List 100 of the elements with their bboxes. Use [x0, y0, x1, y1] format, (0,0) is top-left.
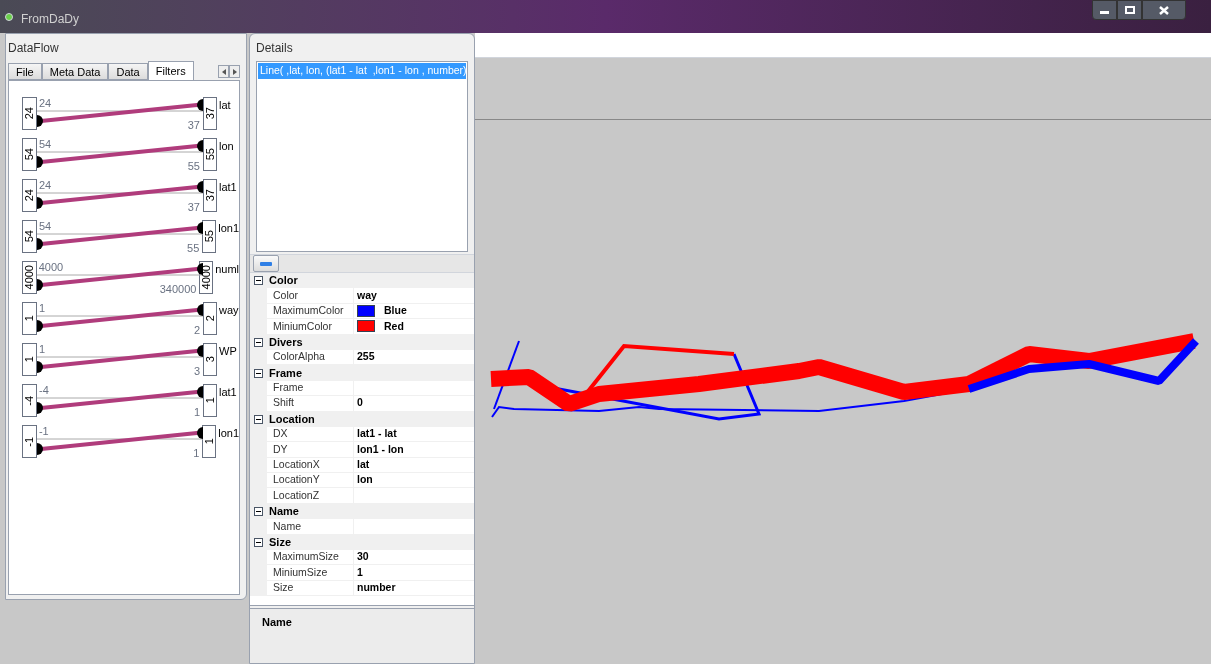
range-slider-drawing[interactable] — [37, 304, 203, 332]
panel-title: DataFlow — [8, 40, 60, 57]
tab[interactable]: Data — [108, 63, 148, 80]
bar-icon — [260, 261, 272, 266]
range-min-label: 24 — [39, 96, 52, 111]
property-row[interactable]: Color way — [250, 288, 474, 304]
range-low-field[interactable]: -4 — [22, 384, 37, 417]
property-name-cell: LocationZ — [267, 488, 354, 504]
property-row[interactable]: Name — [250, 519, 474, 535]
scroll-left-button[interactable] — [218, 65, 229, 78]
category-label: Frame — [269, 365, 303, 381]
property-value[interactable]: Blue — [384, 303, 407, 319]
property-row[interactable]: MiniumSize 1 — [250, 565, 474, 581]
app-icon — [5, 13, 13, 21]
range-min-label: -1 — [38, 424, 49, 439]
minimize-button[interactable] — [1092, 0, 1117, 20]
scroll-right-button[interactable] — [229, 65, 240, 78]
filter-name: WP — [219, 344, 237, 359]
property-name-cell: Size — [267, 580, 354, 597]
filter-name: lat1 — [219, 180, 237, 195]
property-value[interactable]: 0 — [357, 395, 363, 412]
category-label: Color — [269, 273, 298, 289]
range-low-field[interactable]: 1 — [22, 343, 37, 376]
range-low-field[interactable]: 54 — [22, 220, 37, 253]
collapse-icon[interactable] — [254, 337, 263, 347]
range-high-field[interactable]: 55 — [202, 220, 217, 253]
filter-name: lat1 — [219, 385, 237, 400]
property-value-cell[interactable]: way — [354, 288, 474, 304]
left-arrow-icon — [221, 68, 226, 75]
property-value-cell[interactable]: number — [354, 580, 474, 597]
property-value-cell[interactable]: 0 — [354, 396, 474, 412]
property-value[interactable]: 1 — [357, 564, 363, 581]
range-slider-drawing[interactable] — [37, 345, 203, 373]
range-slider-drawing[interactable] — [37, 181, 203, 209]
collapse-icon[interactable] — [254, 368, 263, 378]
category-label: Size — [269, 535, 291, 551]
property-value-cell[interactable]: 1 — [354, 565, 474, 581]
range-slider-drawing[interactable] — [36, 427, 203, 455]
property-name-cell: Name — [267, 519, 354, 535]
range-min-label: 1 — [39, 342, 46, 357]
tab[interactable]: File — [8, 63, 42, 80]
collapse-icon[interactable] — [254, 507, 263, 517]
range-slider-drawing[interactable] — [37, 140, 203, 168]
property-value[interactable]: 30 — [357, 549, 369, 566]
range-low-field[interactable]: 4000 — [22, 261, 37, 294]
property-value-cell[interactable]: Red — [354, 319, 474, 335]
tab[interactable]: Meta Data — [41, 63, 109, 80]
property-name-cell: Shift — [267, 396, 354, 412]
property-name-cell: MiniumColor — [267, 319, 354, 335]
range-max-label: 55 — [187, 158, 200, 174]
range-slider-drawing[interactable] — [37, 386, 203, 414]
range-min-label: -4 — [39, 383, 49, 398]
close-button[interactable] — [1142, 0, 1186, 20]
range-high-field[interactable]: 1 — [202, 425, 217, 458]
property-value[interactable]: lon — [357, 472, 373, 489]
range-high-field[interactable]: 2 — [203, 302, 217, 335]
property-value[interactable]: Red — [384, 318, 404, 335]
range-max-label: 37 — [187, 199, 200, 215]
property-value[interactable]: 255 — [357, 349, 375, 366]
property-value[interactable]: lat — [357, 457, 370, 473]
range-high-field[interactable]: 37 — [203, 97, 217, 130]
range-high-field[interactable]: 55 — [203, 138, 217, 171]
range-slider-drawing[interactable] — [36, 222, 203, 250]
range-min-label: 54 — [39, 137, 52, 152]
range-low-field[interactable]: -1 — [22, 425, 37, 458]
range-low-field[interactable]: 1 — [22, 302, 37, 335]
range-low-field[interactable]: 54 — [22, 138, 37, 171]
maximize-button[interactable] — [1117, 0, 1142, 20]
range-slider-drawing[interactable] — [37, 99, 203, 127]
range-low-field[interactable]: 24 — [22, 97, 37, 130]
property-value[interactable]: lat1 - lat — [357, 426, 397, 442]
range-high-field[interactable]: 37 — [203, 179, 217, 212]
property-value-cell[interactable]: lon1 - lon — [354, 442, 474, 458]
collapse-icon[interactable] — [254, 414, 263, 424]
range-max-label: 1 — [193, 445, 200, 461]
range-min-label: 24 — [39, 178, 52, 193]
collapse-icon[interactable] — [254, 537, 263, 547]
property-name-cell: MiniumSize — [267, 565, 354, 581]
range-low-field[interactable]: 24 — [22, 179, 37, 212]
property-value[interactable]: way — [357, 287, 377, 304]
property-row[interactable]: MiniumColor Red — [250, 319, 474, 335]
property-row[interactable]: LocationZ — [250, 488, 474, 504]
property-row[interactable]: Shift 0 — [250, 396, 474, 412]
filter-name: lon1 — [218, 221, 239, 236]
filter-name: way — [219, 303, 239, 318]
range-high-field[interactable]: 1 — [203, 384, 217, 417]
category-label: Location — [269, 411, 315, 427]
tab[interactable]: Filters — [147, 61, 194, 80]
range-min-label: 54 — [38, 219, 52, 234]
filter-name: lon1 — [218, 426, 239, 441]
collapse-icon[interactable] — [254, 276, 263, 286]
property-row[interactable]: MaximumSize 30 — [250, 550, 474, 566]
range-high-field[interactable]: 3 — [203, 343, 217, 376]
property-value[interactable]: lon1 - lon — [357, 441, 404, 458]
property-row[interactable]: LocationY lon — [250, 473, 474, 489]
close-icon — [1159, 5, 1169, 15]
range-slider-drawing[interactable] — [36, 263, 203, 291]
toolbar-button[interactable] — [253, 255, 279, 272]
property-value[interactable]: number — [357, 580, 396, 596]
property-row[interactable]: DY lon1 - lon — [250, 442, 474, 458]
